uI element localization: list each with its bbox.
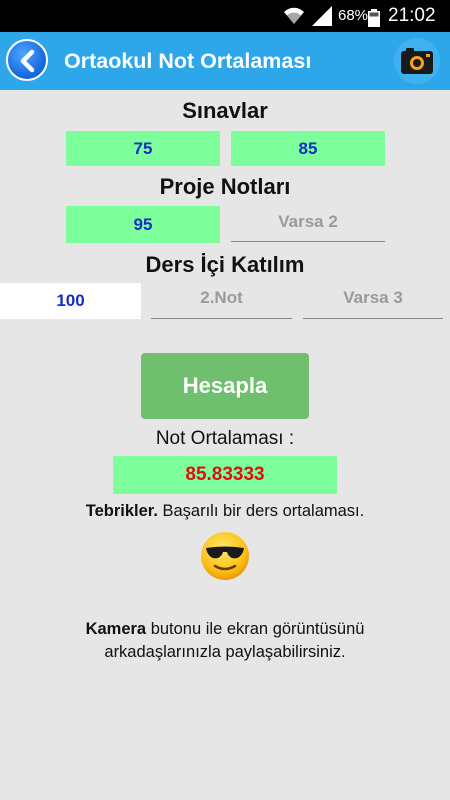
- back-arrow-icon: [20, 49, 35, 73]
- footer-bold: Kamera: [85, 620, 147, 638]
- exams-title: Sınavlar: [182, 98, 268, 123]
- camera-button[interactable]: [394, 38, 440, 84]
- result-value: 85.83333: [113, 456, 337, 494]
- exam-2-input[interactable]: 85: [231, 131, 385, 166]
- result-label: Not Ortalaması :: [155, 428, 295, 449]
- status-bar: 68% 21:02: [0, 0, 450, 32]
- footer-line-1: Kamera butonu ile ekran görüntüsünü: [0, 618, 450, 641]
- battery-percent: 68%: [338, 7, 369, 24]
- sunglasses-smiley-icon: [199, 530, 251, 582]
- projects-title: Proje Notları: [159, 174, 291, 199]
- footer-note: Kamera butonu ile ekran görüntüsünü arka…: [0, 618, 450, 664]
- project-2-input[interactable]: Varsa 2: [231, 204, 385, 242]
- participation-3-input[interactable]: Varsa 3: [303, 281, 443, 319]
- footer-line1-text: butonu ile ekran görüntüsünü: [146, 620, 365, 638]
- back-button[interactable]: [6, 39, 48, 81]
- participation-2-input[interactable]: 2.Not: [151, 281, 292, 319]
- message-text: Başarılı bir ders ortalaması.: [157, 502, 365, 520]
- app-bar: Ortaokul Not Ortalaması: [0, 32, 450, 90]
- wifi-icon: [282, 4, 306, 26]
- participation-title: Ders İçi Katılım: [145, 252, 305, 277]
- message-bold: Tebrikler.: [85, 502, 158, 520]
- participation-1-input[interactable]: 100: [0, 283, 141, 319]
- result-message: Tebrikler. Başarılı bir ders ortalaması.: [0, 502, 450, 521]
- exam-1-input[interactable]: 75: [66, 131, 220, 166]
- camera-icon: [401, 48, 433, 74]
- signal-icon: [312, 6, 332, 26]
- battery-icon: [368, 7, 380, 27]
- footer-line-2: arkadaşlarınızla paylaşabilirsiniz.: [104, 643, 346, 661]
- clock-time: 21:02: [388, 5, 436, 26]
- page-title: Ortaokul Not Ortalaması: [64, 49, 312, 73]
- project-1-input[interactable]: 95: [66, 206, 220, 243]
- calculate-button[interactable]: Hesapla: [141, 353, 309, 419]
